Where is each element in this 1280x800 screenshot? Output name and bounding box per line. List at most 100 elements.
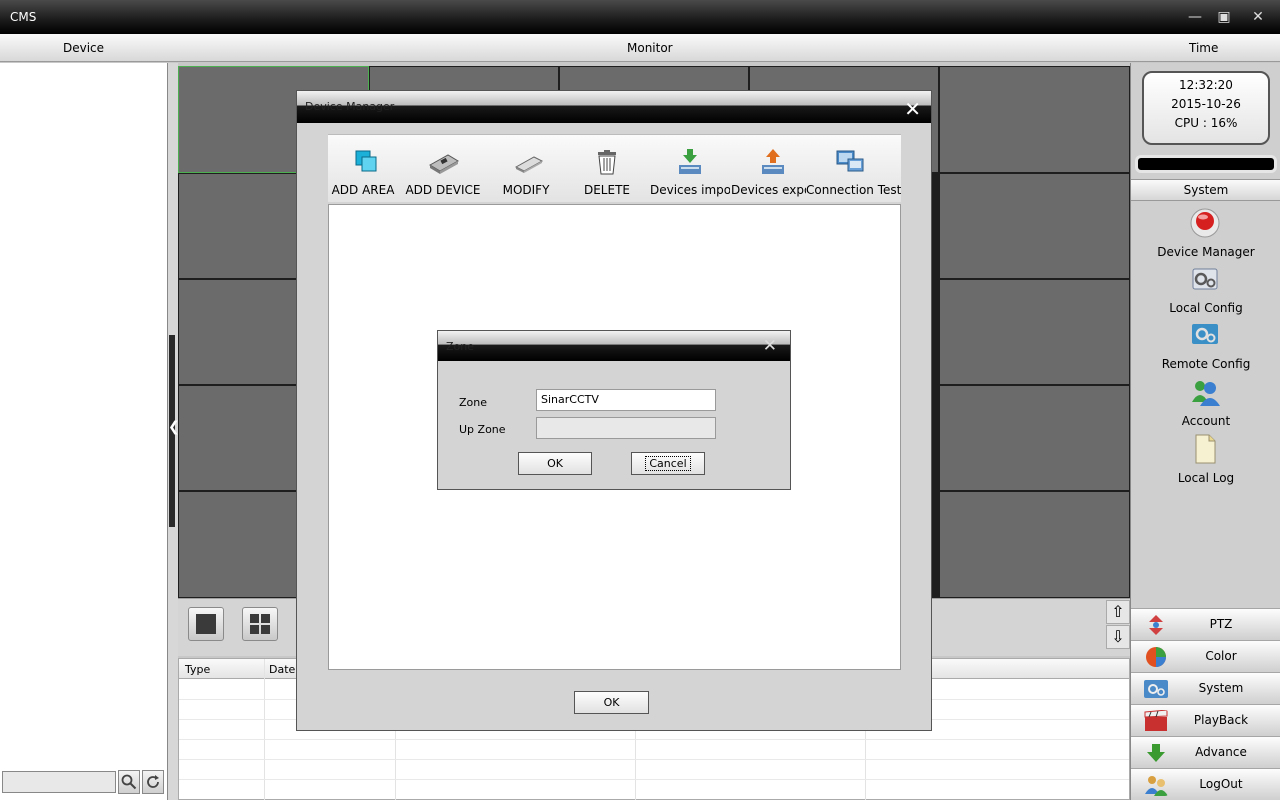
zone-dialog-titlebar[interactable]: Zone ✕ (438, 331, 790, 361)
devices-export-button[interactable]: Devices expor (731, 135, 806, 203)
add-area-button[interactable]: ADD AREA (328, 135, 398, 203)
column-date[interactable]: Date (269, 663, 295, 676)
video-cell[interactable] (940, 67, 1129, 172)
nav-advance-button[interactable]: Advance (1131, 736, 1280, 768)
devices-export-label: Devices expor (731, 183, 806, 197)
clock-display: 12:32:20 2015-10-26 CPU : 16% (1142, 71, 1270, 145)
delete-label: DELETE (583, 183, 630, 197)
title-bar: CMS — ▣ ✕ (0, 0, 1280, 34)
nav-ptz-label: PTZ (1209, 617, 1233, 631)
table-row (179, 759, 1129, 760)
column-type[interactable]: Type (185, 663, 210, 676)
single-view-icon (196, 614, 216, 634)
video-cell[interactable] (940, 386, 1129, 490)
account-item[interactable]: Account (1131, 376, 1280, 432)
nav-color-button[interactable]: Color (1131, 640, 1280, 672)
refresh-icon (147, 775, 159, 788)
device-manager-icon (1190, 208, 1220, 238)
modify-button[interactable]: MODIFY (490, 135, 562, 203)
nav-playback-button[interactable]: PlayBack (1131, 704, 1280, 736)
video-cell[interactable] (940, 280, 1129, 384)
menu-device[interactable]: Device (63, 41, 104, 55)
up-zone-label: Up Zone (459, 423, 506, 436)
app-title: CMS (10, 10, 37, 24)
magnifier-icon (121, 774, 137, 790)
advance-icon (1147, 744, 1165, 762)
connection-test-label: Connection Test (806, 183, 901, 197)
add-device-icon (429, 154, 459, 174)
local-log-label: Local Log (1177, 471, 1235, 485)
color-icon (1146, 647, 1166, 667)
remote-config-label: Remote Config (1161, 357, 1251, 371)
video-cell[interactable] (940, 492, 1129, 597)
local-config-item[interactable]: Local Config (1131, 263, 1280, 319)
menu-time[interactable]: Time (1189, 41, 1218, 55)
minimize-icon[interactable]: — (1186, 9, 1204, 25)
nav-advance-label: Advance (1195, 745, 1247, 759)
add-area-label: ADD AREA (331, 183, 395, 197)
system-icon (1144, 680, 1168, 698)
date-text: 2015-10-26 (1171, 97, 1241, 111)
scroll-up-icon[interactable]: ⇧ (1106, 600, 1130, 624)
connection-test-icon (836, 150, 864, 172)
account-label: Account (1181, 414, 1231, 428)
nav-system-button[interactable]: System (1131, 672, 1280, 704)
nav-logout-button[interactable]: LogOut (1131, 768, 1280, 800)
zone-cancel-label: Cancel (645, 456, 691, 471)
refresh-button[interactable] (142, 770, 164, 794)
close-icon[interactable]: ✕ (904, 99, 921, 119)
maximize-icon[interactable]: ▣ (1215, 9, 1233, 25)
devices-import-icon (679, 149, 701, 174)
up-zone-input[interactable] (536, 417, 716, 439)
logout-icon (1145, 776, 1168, 796)
device-manager-titlebar[interactable]: Device Manager ✕ (297, 91, 931, 123)
menu-bar: Device Monitor Time (0, 34, 1280, 62)
device-manager-toolbar: ADD AREA ADD DEVICE MODIFY DELETE Device… (328, 134, 901, 202)
system-section-header[interactable]: System (1131, 179, 1280, 201)
layout-4-button[interactable] (242, 607, 278, 641)
device-tree-panel[interactable] (0, 63, 168, 800)
zone-ok-label: OK (547, 457, 563, 470)
status-progress-bar (1135, 155, 1277, 173)
close-icon[interactable]: ✕ (763, 338, 777, 355)
table-row (179, 779, 1129, 780)
search-button[interactable] (118, 770, 140, 794)
playback-icon (1144, 710, 1168, 731)
local-config-icon (1192, 268, 1218, 290)
zone-cancel-button[interactable]: Cancel (631, 452, 705, 475)
modify-icon (514, 156, 544, 173)
device-search-input[interactable] (2, 771, 116, 793)
nav-ptz-button[interactable]: PTZ (1131, 608, 1280, 640)
remote-config-icon (1192, 324, 1218, 344)
devices-import-button[interactable]: Devices import (650, 135, 730, 203)
connection-test-button[interactable]: Connection Test (806, 135, 901, 203)
local-log-item[interactable]: Local Log (1131, 433, 1280, 489)
zone-input[interactable]: SinarCCTV (536, 389, 716, 411)
nav-logout-label: LogOut (1199, 777, 1243, 791)
close-icon[interactable]: ✕ (1249, 9, 1267, 25)
panel-collapse-handle[interactable]: ❮ (168, 63, 180, 800)
remote-config-item[interactable]: Remote Config (1131, 319, 1280, 375)
account-icon (1192, 381, 1220, 406)
time-text: 12:32:20 (1179, 78, 1233, 92)
device-manager-label: Device Manager (1157, 245, 1255, 259)
device-manager-item[interactable]: Device Manager (1131, 207, 1280, 263)
device-manager-title: Device Manager (305, 100, 395, 113)
zone-dialog-title: Zone (446, 340, 475, 353)
table-row (179, 739, 1129, 740)
zone-ok-button[interactable]: OK (518, 452, 592, 475)
menu-monitor[interactable]: Monitor (627, 41, 673, 55)
layout-1-button[interactable] (188, 607, 224, 641)
nav-color-label: Color (1205, 649, 1237, 663)
scroll-down-icon[interactable]: ⇩ (1106, 625, 1130, 649)
zone-label: Zone (459, 396, 488, 409)
add-area-icon (355, 150, 377, 172)
delete-icon (598, 150, 616, 175)
add-device-button[interactable]: ADD DEVICE (400, 135, 486, 203)
video-cell[interactable] (940, 174, 1129, 278)
device-manager-ok-button[interactable]: OK (574, 691, 649, 714)
nav-system-label: System (1198, 681, 1244, 695)
delete-button[interactable]: DELETE (572, 135, 642, 203)
zone-dialog: Zone ✕ Zone SinarCCTV Up Zone OK Cancel (437, 330, 791, 490)
local-config-label: Local Config (1169, 301, 1243, 315)
